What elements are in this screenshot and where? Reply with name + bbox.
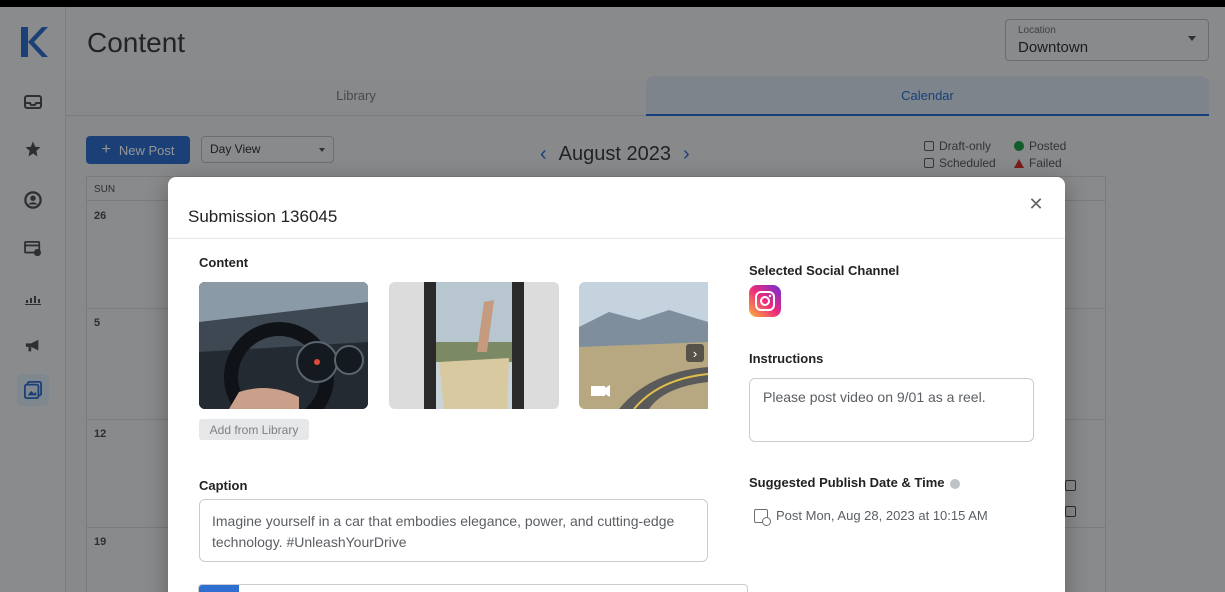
selected-channel-label: Selected Social Channel [749,263,900,278]
toolbar-button[interactable] [199,585,239,592]
carousel-next-icon[interactable]: › [686,344,704,362]
submission-modal: Submission 136045 ✕ Content › Add from L… [168,177,1065,592]
add-from-library-button[interactable]: Add from Library [199,419,309,440]
post-date-text: Post Mon, Aug 28, 2023 at 10:15 AM [776,508,988,523]
media-toolbar[interactable] [198,584,748,592]
content-thumbnail[interactable] [199,282,368,409]
post-date: Post Mon, Aug 28, 2023 at 10:15 AM [754,508,988,526]
modal-title: Submission 136045 [188,207,338,226]
content-label: Content [199,255,249,270]
calendar-clock-icon [754,508,771,526]
instructions-textarea[interactable]: Please post video on 9/01 as a reel. [749,378,1034,442]
info-icon[interactable] [949,478,960,489]
content-thumbnail[interactable] [389,282,559,409]
close-icon[interactable]: ✕ [1026,194,1046,214]
suggested-date-label-text: Suggested Publish Date & Time [749,475,945,490]
caption-label: Caption [199,478,248,493]
divider [168,238,1065,239]
instagram-icon [749,285,781,317]
caption-textarea[interactable]: Imagine yourself in a car that embodies … [199,499,708,562]
app-frame: Content Location Downtown Library Calend… [0,7,1225,592]
instructions-label: Instructions [749,351,824,366]
suggested-date-label: Suggested Publish Date & Time [749,475,960,490]
